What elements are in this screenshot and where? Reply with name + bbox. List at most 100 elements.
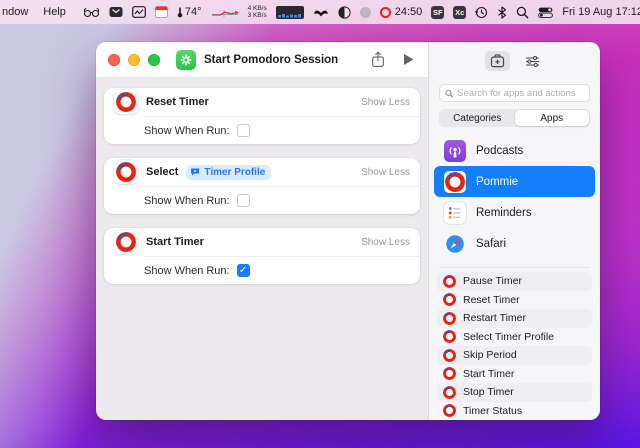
run-button[interactable] (401, 51, 416, 68)
app-row-safari[interactable]: Safari (434, 228, 595, 259)
app-name: Reminders (476, 206, 532, 219)
glasses-icon[interactable] (83, 7, 100, 18)
share-button[interactable] (369, 49, 387, 70)
close-button[interactable] (108, 53, 120, 66)
safari-app-icon (444, 233, 466, 255)
zoom-button[interactable] (148, 53, 160, 66)
pommie-app-icon (114, 90, 138, 114)
show-less-button[interactable]: Show Less (361, 97, 410, 108)
inbox-icon[interactable] (109, 6, 123, 18)
contrast-icon[interactable] (338, 5, 351, 19)
pommie-ring-icon (443, 274, 456, 288)
segment-apps[interactable]: Apps (514, 110, 589, 126)
param-label: Show When Run: (144, 264, 230, 277)
show-less-button[interactable]: Show Less (361, 167, 410, 178)
network-up-label: 4 KB/s (247, 4, 267, 12)
app-name: Podcasts (476, 144, 524, 157)
segment-categories[interactable]: Categories (440, 110, 515, 126)
app-row-reminders[interactable]: Reminders (434, 197, 595, 228)
shortcut-details-tab[interactable] (520, 52, 545, 71)
sparkline-icon[interactable] (211, 6, 239, 18)
app-row-pommie[interactable]: Pommie (434, 166, 595, 197)
sliders-icon (525, 55, 539, 67)
action-label: Select Timer Profile (463, 330, 555, 343)
show-less-button[interactable]: Show Less (361, 237, 410, 248)
network-down-label: 3 KB/s (247, 12, 267, 19)
action-label: Stop Timer (463, 386, 514, 399)
time-machine-icon[interactable] (475, 6, 488, 19)
param-label: Show When Run: (144, 124, 230, 137)
network-speed-item[interactable]: 4 KB/s 3 KB/s (248, 5, 267, 19)
xcode-icon[interactable]: Xc (453, 5, 467, 19)
sf-symbols-icon[interactable]: SF (431, 5, 445, 19)
weather-item[interactable]: 74° (177, 6, 202, 18)
action-card-select-timer-profile[interactable]: Select Timer Profile Show Less Show When… (104, 158, 420, 214)
action-item-reset-timer[interactable]: Reset Timer (437, 291, 592, 310)
action-label: Timer Status (463, 404, 523, 417)
app-row-podcasts[interactable]: Podcasts (434, 135, 595, 166)
title-bar: Start Pomodoro Session (96, 42, 428, 78)
editor-pane: Start Pomodoro Session Reset Timer Show … (96, 42, 428, 420)
pommie-ring-icon (443, 330, 456, 344)
bartender-icon[interactable] (313, 7, 329, 18)
pommie-ring-icon (443, 367, 456, 381)
param-label: Show When Run: (144, 194, 230, 207)
library-segmented-control: Categories Apps (439, 109, 590, 127)
search-input[interactable] (457, 87, 584, 99)
window-controls (108, 53, 160, 66)
action-item-select-timer-profile[interactable]: Select Timer Profile (437, 328, 592, 347)
ask-each-time-icon (191, 168, 200, 176)
stats-icon[interactable] (132, 6, 146, 18)
control-center-icon[interactable] (538, 7, 554, 18)
spotlight-icon[interactable] (516, 6, 529, 19)
action-title: Reset Timer (146, 96, 209, 108)
search-field[interactable] (439, 84, 590, 102)
menu-clock[interactable]: Fri 19 Aug 17:12 (562, 6, 640, 18)
action-library-tab[interactable] (484, 51, 510, 71)
action-item-start-timer[interactable]: Start Timer (437, 365, 592, 384)
action-item-restart-timer[interactable]: Restart Timer (437, 309, 592, 328)
temperature-label: 74° (184, 6, 202, 18)
show-when-run-checkbox[interactable] (236, 264, 250, 277)
podcasts-app-icon (444, 139, 466, 162)
app-name: Safari (476, 237, 507, 250)
sidebar-toolbar (429, 42, 600, 80)
action-label: Restart Timer (463, 312, 527, 325)
show-when-run-checkbox[interactable] (236, 124, 250, 137)
action-title: Start Timer (146, 236, 204, 248)
search-icon (445, 89, 454, 98)
actions-list: Pause Timer Reset Timer Restart Timer Se… (429, 272, 600, 420)
calendar-icon[interactable] (155, 6, 168, 18)
pommie-ring-icon (443, 311, 456, 325)
action-card-start-timer[interactable]: Start Timer Show Less Show When Run: (104, 228, 420, 284)
pommie-ring-icon (379, 6, 391, 18)
shortcuts-window: Start Pomodoro Session Reset Timer Show … (96, 42, 600, 420)
cpu-meter-icon[interactable] (275, 5, 304, 19)
action-item-pause-timer[interactable]: Pause Timer (437, 272, 592, 291)
action-item-stop-timer[interactable]: Stop Timer (437, 383, 592, 402)
menu-item-help[interactable]: Help (43, 6, 66, 18)
gray-dot-icon[interactable] (359, 6, 371, 18)
action-item-skip-period[interactable]: Skip Period (437, 346, 592, 365)
action-label: Pause Timer (463, 275, 522, 288)
page-title: Start Pomodoro Session (204, 53, 339, 66)
shortcut-canvas: Reset Timer Show Less Show When Run: Sel… (96, 78, 428, 420)
menu-item-window[interactable]: ndow (2, 6, 28, 18)
show-when-run-checkbox[interactable] (236, 194, 250, 207)
pommie-ring-icon (443, 385, 456, 399)
pommie-ring-icon (443, 293, 456, 307)
minimize-button[interactable] (128, 53, 140, 66)
action-card-reset-timer[interactable]: Reset Timer Show Less Show When Run: (104, 88, 420, 144)
action-item-timer-status[interactable]: Timer Status (437, 402, 592, 421)
thermometer-icon (177, 7, 183, 18)
bluetooth-icon[interactable] (497, 6, 507, 19)
action-label: Reset Timer (463, 293, 520, 306)
apps-list: Podcasts Pommie Reminders Safari (429, 135, 600, 259)
pommie-app-icon (114, 160, 138, 184)
timer-profile-token[interactable]: Timer Profile (186, 164, 272, 180)
action-label: Start Timer (463, 367, 515, 380)
pommie-menu-item[interactable]: 24:50 (379, 6, 422, 18)
action-library-icon (490, 54, 504, 68)
action-title: Select (146, 166, 179, 178)
action-label: Skip Period (463, 349, 517, 362)
